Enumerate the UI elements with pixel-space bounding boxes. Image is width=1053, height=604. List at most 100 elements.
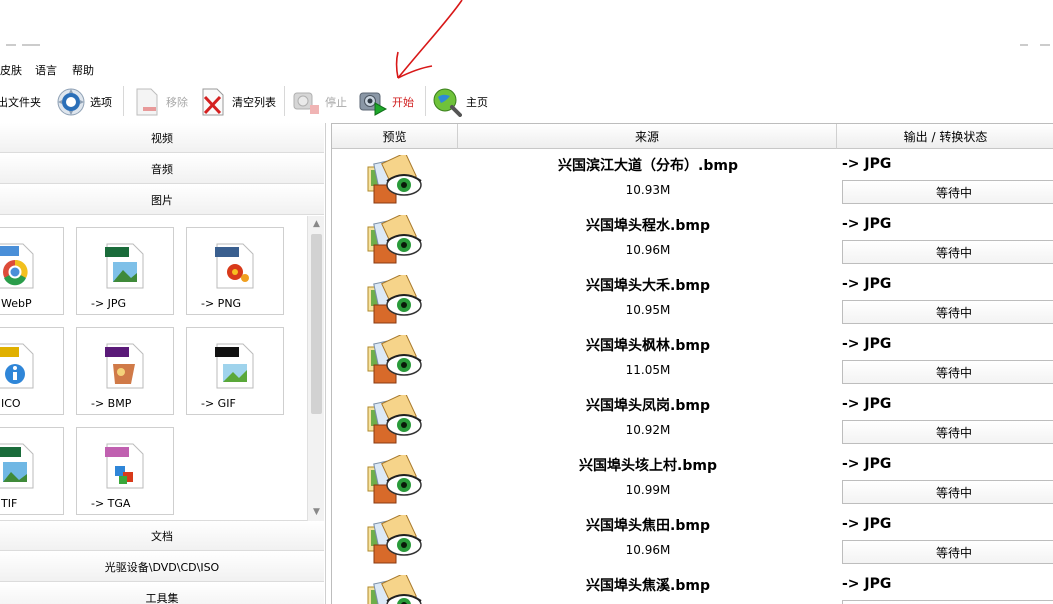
output-format: -> JPG xyxy=(842,276,892,292)
table-row[interactable]: 兴国埠头大禾.bmp 10.95M -> JPG 等待中 xyxy=(332,270,1053,330)
output-format: -> JPG xyxy=(842,396,892,412)
format-jpg[interactable]: -> JPG xyxy=(76,227,174,315)
app-window: 皮肤 语言 帮助 输出文件夹 选项 移除 xyxy=(0,0,1053,604)
source-filename: 兴国埠头焦溪.bmp xyxy=(586,578,710,594)
category-tools[interactable]: 工具集 xyxy=(0,583,324,604)
image-preview-icon xyxy=(366,572,426,604)
output-format: -> JPG xyxy=(842,216,892,232)
column-header-preview[interactable]: 预览 xyxy=(332,124,458,149)
stop-icon xyxy=(293,92,319,114)
file-list: 预览 来源 输出 / 转换状态 兴国滨江大道（分布）.bmp 10.93M -> J… xyxy=(331,123,1053,604)
scroll-down-arrow-icon[interactable]: ▼ xyxy=(310,506,323,519)
output-folder-button[interactable]: 输出文件夹 xyxy=(0,84,41,120)
output-format: -> JPG xyxy=(842,516,892,532)
menu-bar: 皮肤 语言 帮助 xyxy=(0,60,1053,78)
tif-file-icon xyxy=(0,443,34,489)
category-document[interactable]: 文档 xyxy=(0,521,324,551)
image-preview-icon xyxy=(366,212,426,267)
source-filesize: 11.05M xyxy=(625,363,671,377)
output-format: -> JPG xyxy=(842,156,892,172)
webp-file-icon xyxy=(0,243,34,289)
toolbar: 输出文件夹 选项 移除 清空列表 xyxy=(0,80,1053,122)
scroll-up-arrow-icon[interactable]: ▲ xyxy=(310,218,323,231)
stop-button[interactable]: 停止 xyxy=(291,84,347,120)
menu-skin[interactable]: 皮肤 xyxy=(0,62,22,78)
format-ico[interactable]: ICO xyxy=(0,327,64,415)
format-label: -> BMP xyxy=(91,397,132,410)
image-preview-icon xyxy=(366,512,426,567)
category-audio[interactable]: 音频 xyxy=(0,154,324,184)
remove-document-icon xyxy=(136,88,158,116)
format-gif[interactable]: -> GIF xyxy=(186,327,284,415)
options-button[interactable]: 选项 xyxy=(56,84,112,120)
category-optical-drive[interactable]: 光驱设备\DVD\CD\ISO xyxy=(0,552,324,582)
source-filesize: 10.99M xyxy=(625,483,671,497)
table-row[interactable]: 兴国埠头枫林.bmp 11.05M -> JPG 等待中 xyxy=(332,330,1053,390)
table-row[interactable]: 兴国埠头垓上村.bmp 10.99M -> JPG 等待中 xyxy=(332,450,1053,510)
table-row[interactable]: 兴国埠头焦溪.bmp -> JPG xyxy=(332,570,1053,604)
format-grid-scrollbar[interactable]: ▲ ▼ xyxy=(307,216,324,521)
output-folder-label: 输出文件夹 xyxy=(0,96,41,109)
start-button[interactable]: 开始 xyxy=(358,84,414,120)
source-filename: 兴国埠头垓上村.bmp xyxy=(579,458,717,474)
options-gear-icon xyxy=(57,88,85,116)
format-webp[interactable]: WebP xyxy=(0,227,64,315)
image-preview-icon xyxy=(366,152,426,207)
home-button[interactable]: 主页 xyxy=(432,84,488,120)
title-deco-left xyxy=(6,44,16,46)
format-label: -> TGA xyxy=(91,497,131,510)
output-format: -> JPG xyxy=(842,336,892,352)
stop-label: 停止 xyxy=(325,96,347,109)
toolbar-separator xyxy=(425,86,426,116)
category-video[interactable]: 视频 xyxy=(0,123,324,153)
format-bmp[interactable]: -> BMP xyxy=(76,327,174,415)
remove-button[interactable]: 移除 xyxy=(132,84,188,120)
image-format-grid: WebP -> JPG -> PNG ICO -> BMP -> GIF TIF… xyxy=(0,216,324,521)
format-png[interactable]: -> PNG xyxy=(186,227,284,315)
format-tga[interactable]: -> TGA xyxy=(76,427,174,515)
png-file-icon xyxy=(215,243,254,289)
format-label: -> JPG xyxy=(91,297,127,310)
source-filename: 兴国埠头枫林.bmp xyxy=(586,338,710,354)
table-row[interactable]: 兴国滨江大道（分布）.bmp 10.93M -> JPG 等待中 xyxy=(332,150,1053,210)
category-panel: 视频 音频 图片 WebP -> JPG -> PNG ICO -> BMP -… xyxy=(0,123,326,604)
image-preview-icon xyxy=(366,272,426,327)
format-label: ICO xyxy=(1,397,21,410)
conversion-status: 等待中 xyxy=(842,540,1053,564)
category-image[interactable]: 图片 xyxy=(0,185,324,215)
tga-file-icon xyxy=(105,443,144,489)
table-row[interactable]: 兴国埠头凤岗.bmp 10.92M -> JPG 等待中 xyxy=(332,390,1053,450)
toolbar-separator xyxy=(284,86,285,116)
conversion-status: 等待中 xyxy=(842,240,1053,264)
scrollbar-thumb[interactable] xyxy=(311,234,322,414)
maximize-icon[interactable] xyxy=(1040,44,1050,46)
source-filesize: 10.96M xyxy=(625,243,671,257)
column-header-source[interactable]: 来源 xyxy=(458,124,837,149)
conversion-status xyxy=(842,600,1053,604)
clear-list-button[interactable]: 清空列表 xyxy=(198,84,276,120)
source-filename: 兴国滨江大道（分布）.bmp xyxy=(558,158,738,174)
conversion-status: 等待中 xyxy=(842,180,1053,204)
table-row[interactable]: 兴国埠头焦田.bmp 10.96M -> JPG 等待中 xyxy=(332,510,1053,570)
gif-file-icon xyxy=(215,343,254,389)
format-tif[interactable]: TIF xyxy=(0,427,64,515)
conversion-status: 等待中 xyxy=(842,420,1053,444)
column-header-output-status[interactable]: 输出 / 转换状态 xyxy=(837,124,1053,149)
minimize-icon[interactable] xyxy=(1020,44,1028,46)
menu-language[interactable]: 语言 xyxy=(35,62,57,78)
source-filename: 兴国埠头焦田.bmp xyxy=(586,518,710,534)
output-format: -> JPG xyxy=(842,456,892,472)
output-format: -> JPG xyxy=(842,576,892,592)
source-filesize: 10.92M xyxy=(625,423,671,437)
toolbar-separator xyxy=(123,86,124,116)
start-play-icon xyxy=(359,92,388,116)
title-deco-left2 xyxy=(22,44,40,46)
home-label: 主页 xyxy=(466,96,488,109)
table-row[interactable]: 兴国埠头程水.bmp 10.96M -> JPG 等待中 xyxy=(332,210,1053,270)
menu-help[interactable]: 帮助 xyxy=(72,62,94,78)
home-magnifier-icon xyxy=(433,88,462,117)
format-label: WebP xyxy=(1,297,32,310)
source-filesize: 10.96M xyxy=(625,543,671,557)
jpg-file-icon xyxy=(105,243,144,289)
source-filename: 兴国埠头大禾.bmp xyxy=(586,278,710,294)
